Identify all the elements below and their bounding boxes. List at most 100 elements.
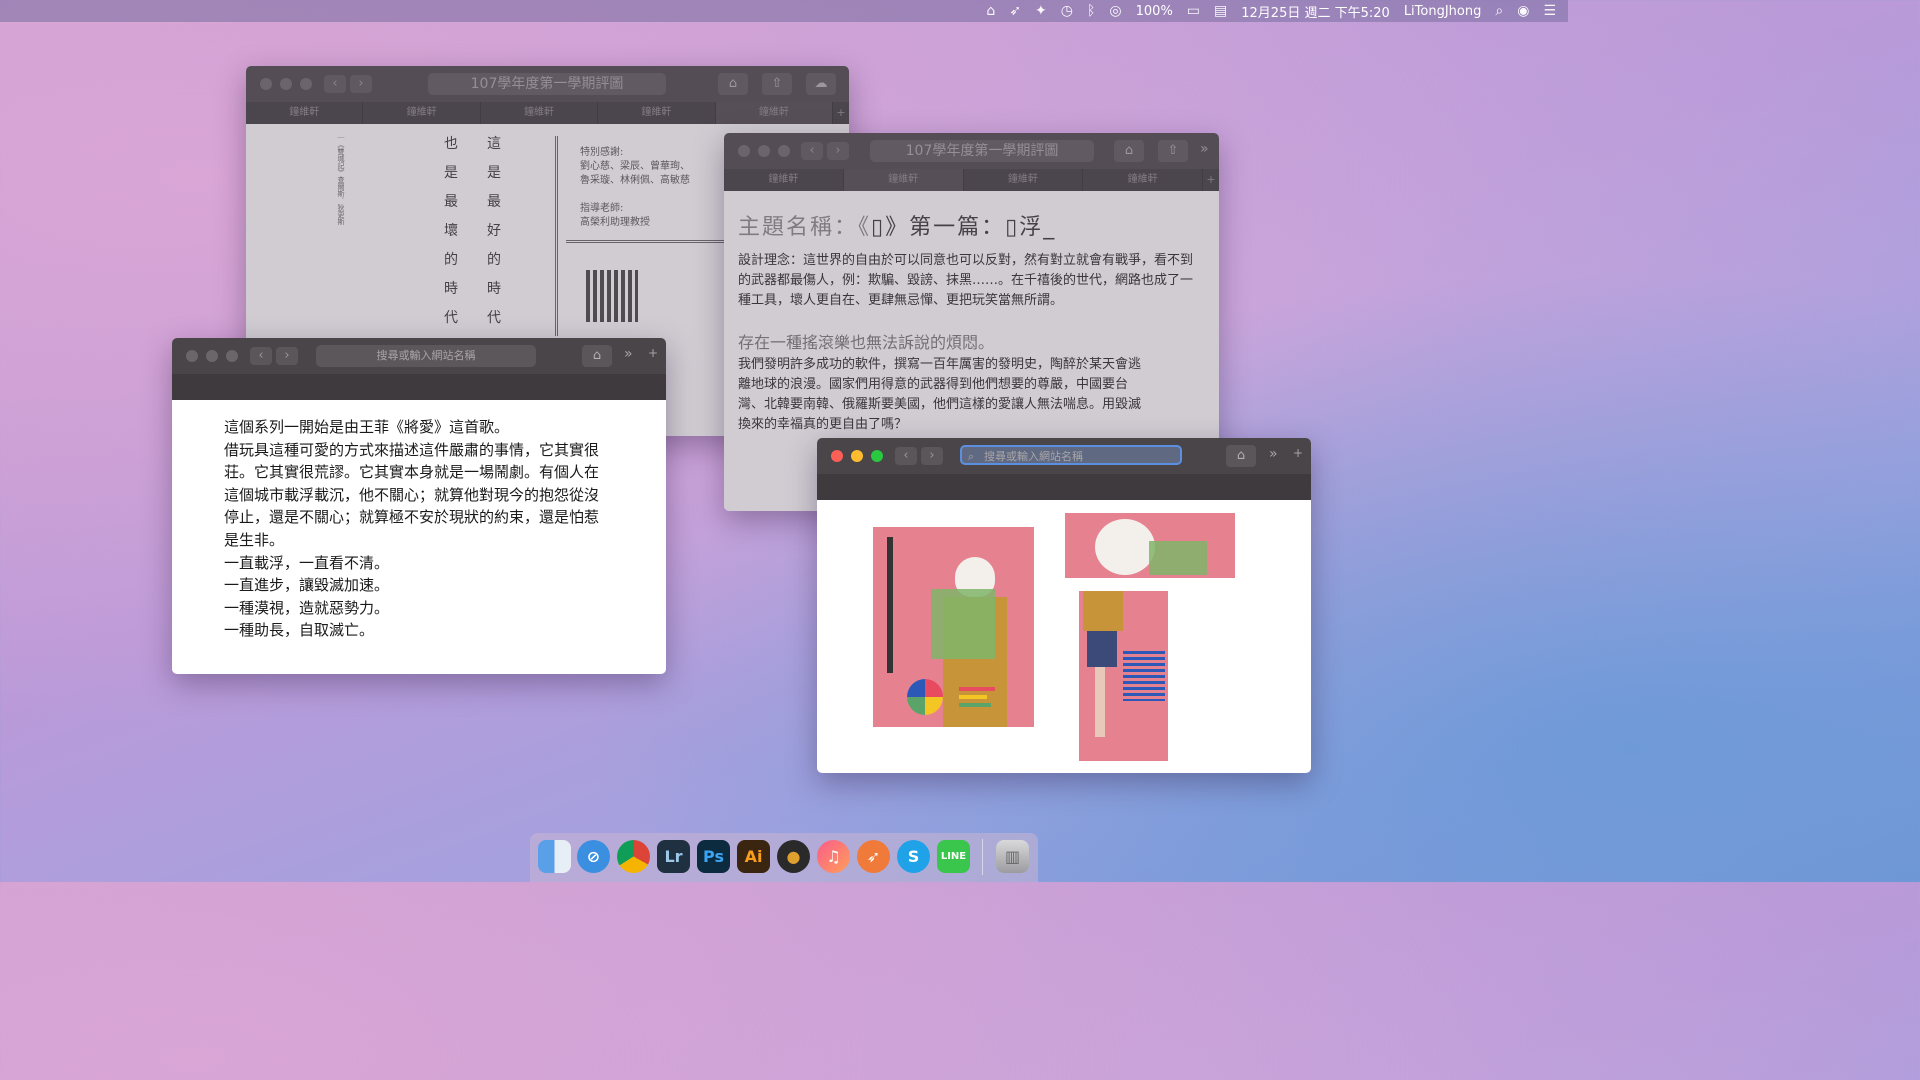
ruler-graphic [887, 537, 893, 673]
search-input[interactable]: 搜尋或輸入網站名稱 [316, 345, 536, 367]
back-button[interactable]: ‹ [324, 75, 346, 93]
forward-button[interactable]: › [350, 75, 372, 93]
blue-bars-graphic [1123, 651, 1165, 701]
forward-button[interactable]: › [276, 347, 298, 365]
window-1-nav: ‹ › [324, 75, 372, 93]
dock: ⊘ Lr Ps Ai ● ♫ ➶ S LINE ▥ [530, 833, 1038, 882]
back-button[interactable]: ‹ [895, 447, 917, 465]
figure-shirt [1083, 591, 1123, 631]
vertical-column-right: 這是最好的時代 [487, 136, 501, 326]
minimize-button[interactable] [758, 145, 770, 157]
new-tab-button[interactable]: + [648, 346, 658, 360]
zoom-button[interactable] [871, 450, 883, 462]
new-tab-button[interactable]: + [1293, 446, 1303, 460]
flag-icon[interactable]: ▤ [1214, 3, 1227, 19]
notification-center-icon[interactable]: ☰ [1543, 3, 1556, 19]
menu-bar: ⌂ ➶ ✦ ◷ ᛒ ◎ 100% ▭ ▤ 12月25日 週二 下午5:20 Li… [0, 0, 1568, 22]
app-status-icon[interactable]: ✦ [1035, 3, 1047, 19]
tab[interactable]: 鐘維軒 [1083, 169, 1203, 191]
text-line: 停止，還是不關心；就算極不安於現狀的約束，還是怕惹 [224, 508, 600, 527]
zoom-button[interactable] [778, 145, 790, 157]
back-button[interactable]: ‹ [250, 347, 272, 365]
text-line: 這個系列一開始是由王菲《將愛》這首歌。 [224, 418, 510, 436]
pie-graphic [907, 679, 943, 715]
minimize-button[interactable] [280, 78, 292, 90]
wifi-icon[interactable]: ◎ [1109, 3, 1121, 19]
overflow-chevron-icon[interactable]: » [624, 346, 633, 362]
qr-code [586, 270, 638, 322]
share-icon[interactable]: ⇧ [762, 73, 792, 95]
tab[interactable]: 鐘維軒 [964, 169, 1084, 191]
text-line: 是生非。 [224, 530, 285, 549]
skype-icon[interactable]: S [897, 840, 930, 873]
tab[interactable]: 鐘維軒 [363, 102, 481, 124]
itunes-icon[interactable]: ♫ [817, 840, 850, 873]
window-2-url-bar[interactable]: 107學年度第一學期評圖 [870, 140, 1094, 162]
overflow-chevron-icon[interactable]: » [1269, 446, 1278, 462]
datetime[interactable]: 12月25日 週二 下午5:20 [1241, 2, 1390, 21]
window-3-titlebar: ‹ › 搜尋或輸入網站名稱 ⌂ » + [172, 338, 666, 374]
photoshop-icon[interactable]: Ps [697, 840, 730, 873]
text-line: 一種助長，自取滅亡。 [224, 621, 375, 640]
trash-icon[interactable]: ▥ [996, 840, 1029, 873]
battery-icon[interactable]: ▭ [1187, 3, 1200, 19]
obs-icon[interactable]: ● [777, 840, 810, 873]
window-3-nav: ‹ › [250, 347, 298, 365]
tab-active[interactable]: 鐘維軒 [843, 169, 964, 191]
minimize-button[interactable] [206, 350, 218, 362]
home-icon[interactable]: ⌂ [1226, 445, 1256, 467]
illustrator-icon[interactable]: Ai [737, 840, 770, 873]
tab[interactable]: 鐘維軒 [598, 102, 716, 124]
window-1-traffic-lights [260, 78, 312, 90]
forward-button[interactable]: › [921, 447, 943, 465]
close-button[interactable] [831, 450, 843, 462]
vertical-quote-source: ｜《雙城記》查爾斯．狄更斯 [337, 134, 345, 225]
chrome-icon[interactable] [617, 840, 650, 873]
thanks-label: 特別感謝: [580, 147, 624, 158]
window-3-toolbar-strip [172, 374, 666, 400]
zoom-button[interactable] [300, 78, 312, 90]
time-machine-icon[interactable]: ◷ [1061, 3, 1073, 19]
search-input-focused[interactable]: ⌕ 搜尋或輸入網站名稱 [960, 445, 1182, 465]
finder-icon[interactable] [538, 840, 571, 873]
credits: 特別感謝: 劉心慈、梁辰、曾華珣、 魯采璇、林俐佩、高敏慈 指導老師: 高榮利助… [580, 146, 690, 230]
menu-bar-status: ⌂ ➶ ✦ ◷ ᛒ ◎ 100% ▭ ▤ 12月25日 週二 下午5:20 Li… [986, 0, 1556, 22]
close-button[interactable] [260, 78, 272, 90]
rocket-status-icon[interactable]: ➶ [1009, 3, 1021, 19]
search-icon: ⌕ [968, 450, 975, 463]
zoom-button[interactable] [226, 350, 238, 362]
forward-button[interactable]: › [827, 142, 849, 160]
home-icon[interactable]: ⌂ [582, 345, 612, 367]
tab[interactable]: 鐘維軒 [246, 102, 364, 124]
line-icon[interactable]: LINE [937, 840, 970, 873]
bluetooth-icon[interactable]: ᛒ [1087, 3, 1095, 19]
window-1-url-bar[interactable]: 107學年度第一學期評圖 [428, 73, 666, 95]
airdrop-icon[interactable]: ⌂ [986, 3, 995, 19]
tab[interactable]: 鐘維軒 [481, 102, 599, 124]
text-line: 借玩具這種可愛的方式來描述這件嚴肅的事情，它其實很 [224, 440, 600, 459]
window-4-traffic-lights [831, 450, 883, 462]
spotlight-search-icon[interactable]: ⌕ [1495, 3, 1503, 19]
home-icon[interactable]: ⌂ [1114, 140, 1144, 162]
username[interactable]: LiTongJhong [1404, 4, 1482, 19]
new-tab-button[interactable]: + [833, 102, 849, 124]
minimize-button[interactable] [851, 450, 863, 462]
advisor-label: 指導老師: [580, 203, 624, 214]
close-button[interactable] [186, 350, 198, 362]
green-overlay [1149, 541, 1207, 575]
close-button[interactable] [738, 145, 750, 157]
new-tab-button[interactable]: + [1203, 169, 1219, 191]
share-icon[interactable]: ⇧ [1158, 140, 1188, 162]
tab-active[interactable]: 鐘維軒 [715, 102, 834, 124]
safari-icon[interactable]: ⊘ [577, 840, 610, 873]
lightroom-icon[interactable]: Lr [657, 840, 690, 873]
home-icon[interactable]: ⌂ [718, 73, 748, 95]
window-4-nav: ‹ › [895, 447, 943, 465]
figure-leg [1095, 667, 1105, 737]
cloud-icon[interactable]: ☁ [806, 73, 836, 95]
back-button[interactable]: ‹ [801, 142, 823, 160]
rocket-app-icon[interactable]: ➶ [857, 840, 890, 873]
tab[interactable]: 鐘維軒 [724, 169, 844, 191]
overflow-chevron-icon[interactable]: » [1200, 141, 1209, 157]
siri-icon[interactable]: ◉ [1517, 3, 1529, 19]
